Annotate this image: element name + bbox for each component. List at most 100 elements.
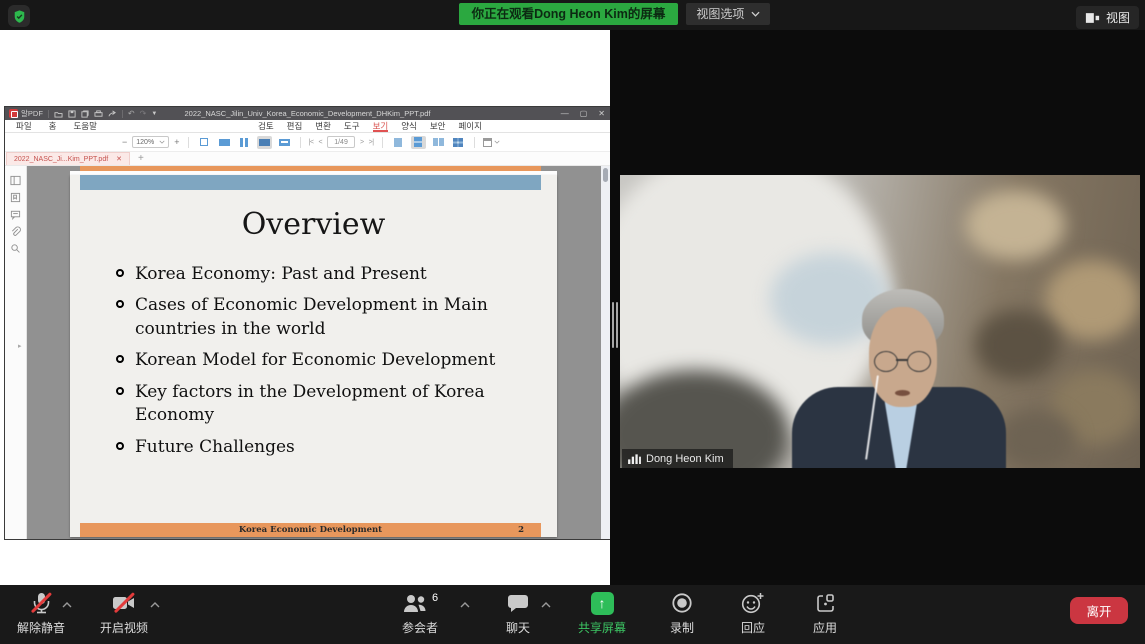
menu-edit[interactable]: 편집 — [287, 120, 303, 132]
menu-help[interactable]: 도움말 — [73, 120, 96, 132]
document-scrollbar[interactable] — [601, 166, 610, 539]
bullet-item: Key factors in the Development of Korea … — [116, 381, 518, 428]
participants-options-chevron-icon[interactable] — [460, 602, 470, 608]
chat-bubble-icon — [507, 593, 529, 613]
view-button[interactable]: 视图 — [1076, 6, 1139, 29]
continuous-layout-icon-selected[interactable] — [411, 136, 426, 149]
pdf-toolbar: − 120% + |< < 1/49 > >| — [5, 133, 610, 152]
bullet-marker-icon — [116, 387, 124, 395]
save-all-icon[interactable] — [81, 110, 89, 118]
full-screen-view-icon[interactable] — [277, 136, 292, 149]
menu-review[interactable]: 검토 — [258, 120, 274, 132]
next-page-button[interactable]: > — [360, 139, 364, 146]
quick-access-dropdown-icon[interactable]: ▼ — [151, 111, 157, 117]
first-page-button[interactable]: |< — [309, 139, 314, 146]
maximize-button[interactable]: ▢ — [580, 109, 588, 118]
chevron-down-icon — [159, 140, 165, 144]
search-panel-icon[interactable] — [5, 240, 26, 257]
comments-panel-icon[interactable] — [5, 206, 26, 223]
participants-button[interactable]: 6 参会者 — [384, 590, 456, 636]
minimize-button[interactable]: — — [561, 109, 569, 118]
menu-home[interactable]: 홈 — [49, 120, 57, 132]
audio-level-icon — [628, 453, 641, 464]
page-indicator-field[interactable]: 1/49 — [327, 136, 355, 148]
video-options-chevron-icon[interactable] — [150, 602, 160, 608]
open-folder-icon[interactable] — [54, 110, 63, 118]
toolbar-separator — [188, 137, 189, 148]
bullet-marker-icon — [116, 355, 124, 363]
new-tab-button[interactable]: + — [138, 154, 144, 164]
scrollbar-thumb[interactable] — [603, 168, 608, 182]
participant-name-tag: Dong Heon Kim — [622, 449, 733, 468]
participants-icon — [402, 593, 428, 614]
fit-height-view-icon[interactable] — [237, 136, 252, 149]
pdf-content-area: ▸ Overview Korea Economy: Past and Prese… — [5, 166, 610, 539]
watching-screen-banner: 你正在观看Dong Heon Kim的屏幕 — [459, 3, 679, 25]
security-shield-button[interactable] — [8, 5, 30, 27]
pdf-tabbar: 2022_NASC_Ji...Kim_PPT.pdf ✕ + — [5, 152, 610, 166]
pdf-window-titlebar[interactable]: 알PDF ↶ ↷ ▼ 2022_NASC_Jilin_Univ_Korea_Ec… — [5, 107, 610, 120]
apps-icon — [815, 593, 836, 614]
menu-form[interactable]: 양식 — [401, 120, 417, 132]
apps-button[interactable]: 应用 — [789, 590, 861, 636]
slide-page-number: 2 — [518, 525, 524, 535]
print-icon[interactable] — [94, 110, 103, 118]
slide-page: Overview Korea Economy: Past and Present… — [70, 175, 557, 537]
bullet-marker-icon — [116, 269, 124, 277]
participant-video: Dong Heon Kim — [620, 175, 1140, 468]
menu-page[interactable]: 페이지 — [458, 120, 481, 132]
start-video-button[interactable]: 开启视频 — [88, 590, 160, 636]
document-view-area: Overview Korea Economy: Past and Present… — [27, 166, 610, 539]
document-tab[interactable]: 2022_NASC_Ji...Kim_PPT.pdf ✕ — [6, 152, 130, 165]
menu-file[interactable]: 파일 — [16, 120, 32, 132]
layout-options-dropdown[interactable] — [483, 138, 500, 147]
slide-bullet-list: Korea Economy: Past and Present Cases of… — [116, 263, 518, 467]
single-page-view-icon[interactable] — [197, 136, 212, 149]
zoom-in-button[interactable]: + — [174, 137, 179, 147]
zoom-out-button[interactable]: − — [122, 137, 127, 147]
chat-button[interactable]: 聊天 — [482, 590, 554, 636]
chat-options-chevron-icon[interactable] — [541, 602, 551, 608]
share-screen-button[interactable]: ↑ 共享屏幕 — [566, 590, 638, 636]
start-video-label: 开启视频 — [100, 619, 148, 636]
unmute-button[interactable]: 解除静音 — [5, 590, 77, 636]
single-page-layout-icon[interactable] — [391, 136, 406, 149]
menu-view-active[interactable]: 보기 — [373, 120, 389, 132]
panel-resize-handle[interactable] — [611, 302, 619, 348]
share-export-icon[interactable] — [108, 110, 117, 118]
slide-footer-bar: Korea Economic Development 2 — [80, 523, 541, 537]
sidebar-collapse-arrow[interactable]: ▸ — [18, 342, 22, 350]
close-button[interactable]: ✕ — [598, 109, 605, 118]
participant-figure — [620, 175, 1140, 468]
menu-tools[interactable]: 도구 — [344, 120, 360, 132]
redo-icon[interactable]: ↷ — [140, 109, 147, 118]
previous-page-button[interactable]: < — [318, 139, 322, 146]
pdf-app-icon — [9, 109, 18, 118]
thumbnails-panel-icon[interactable] — [5, 172, 26, 189]
record-button[interactable]: 录制 — [646, 590, 718, 636]
toolbar-separator — [300, 137, 301, 148]
glasses-bridge — [896, 359, 908, 361]
tab-close-icon[interactable]: ✕ — [116, 155, 122, 163]
bullet-item: Future Challenges — [116, 436, 518, 459]
reactions-button[interactable]: 回应 — [717, 590, 789, 636]
bookmarks-panel-icon[interactable] — [5, 189, 26, 206]
save-icon[interactable] — [68, 110, 76, 118]
fit-width-view-icon[interactable] — [217, 136, 232, 149]
view-options-dropdown[interactable]: 视图选项 — [686, 3, 770, 25]
leave-meeting-button[interactable]: 离开 — [1070, 597, 1128, 624]
toolbar-separator — [382, 137, 383, 148]
last-page-button[interactable]: >| — [369, 139, 374, 146]
reactions-label: 回应 — [741, 619, 765, 636]
mic-options-chevron-icon[interactable] — [62, 602, 72, 608]
undo-icon[interactable]: ↶ — [128, 109, 135, 118]
menu-convert[interactable]: 변환 — [315, 120, 331, 132]
grid-layout-icon[interactable] — [451, 136, 466, 149]
attachments-panel-icon[interactable] — [5, 223, 26, 240]
zoom-level-dropdown[interactable]: 120% — [132, 136, 169, 148]
menu-security[interactable]: 보안 — [430, 120, 446, 132]
fit-page-view-icon-selected[interactable] — [257, 136, 272, 149]
layout-view-icon — [1085, 12, 1100, 24]
bullet-marker-icon — [116, 442, 124, 450]
two-page-layout-icon[interactable] — [431, 136, 446, 149]
